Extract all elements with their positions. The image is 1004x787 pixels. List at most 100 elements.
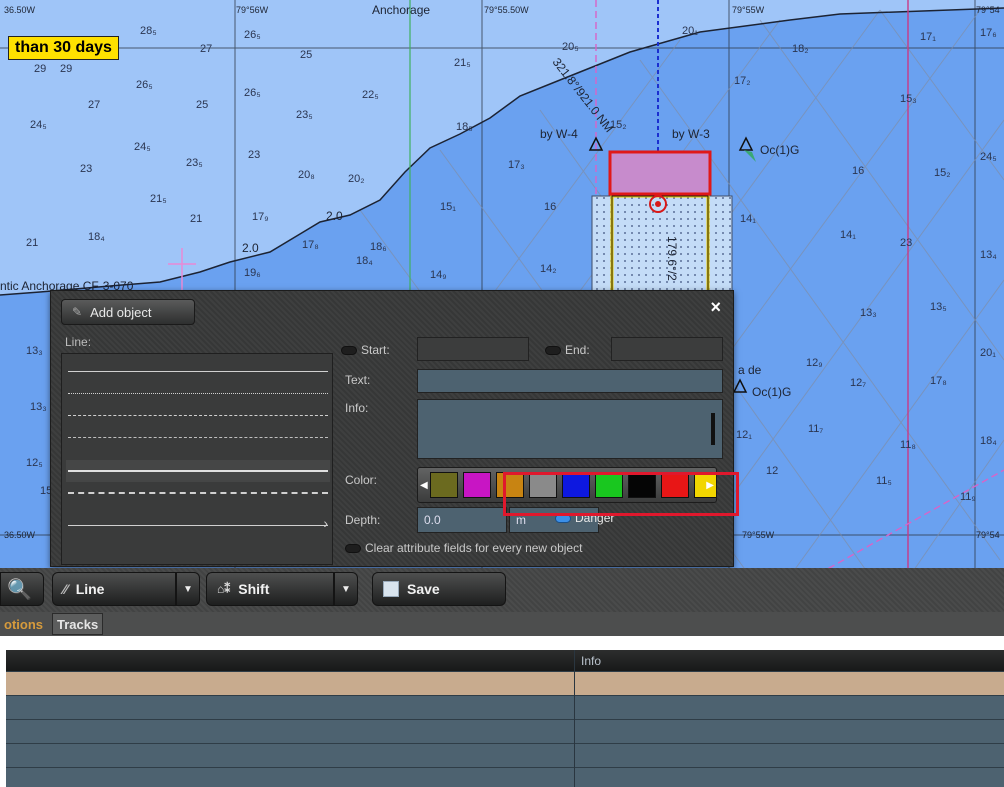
clear-fields-toggle[interactable]: Clear attribute fields for every new obj…	[345, 541, 582, 555]
shift-button[interactable]: ⌂⁑ Shift	[206, 572, 334, 606]
color-swatch[interactable]	[661, 472, 689, 498]
depth-sounding: 23₅	[186, 157, 203, 169]
end-toggle[interactable]: End:	[545, 343, 590, 357]
start-label: Start:	[361, 343, 390, 357]
table-row[interactable]	[6, 767, 1004, 787]
depth-sounding: 17₁	[920, 31, 936, 43]
depth-sounding: 11₅	[876, 475, 892, 487]
color-swatches[interactable]	[430, 472, 716, 498]
color-swatch[interactable]	[628, 472, 656, 498]
zoom-button[interactable]: 🔍	[0, 572, 44, 606]
depth-sounding: 11₇	[808, 423, 823, 435]
color-swatch[interactable]	[562, 472, 590, 498]
longitude-label: 36.50W	[4, 530, 36, 540]
table-row[interactable]	[6, 743, 1004, 767]
tab-options[interactable]: otions	[0, 613, 47, 635]
line-style-list[interactable]: ›	[61, 353, 333, 565]
depth-sounding: 14₉	[430, 269, 447, 281]
depth-sounding: 17₆	[980, 27, 997, 39]
color-swatch[interactable]	[529, 472, 557, 498]
depth-sounding: 24₅	[30, 119, 47, 131]
danger-toggle-switch[interactable]	[555, 513, 571, 523]
buoy-label: a de	[738, 363, 762, 377]
depth-sounding: 23	[900, 237, 912, 249]
depth-sounding: 23	[248, 149, 260, 161]
save-icon	[383, 581, 399, 597]
info-textarea[interactable]	[417, 399, 723, 459]
longitude-label: 79°54	[976, 530, 1000, 540]
depth-sounding: 26₅	[136, 79, 153, 91]
line-style-solid-thin[interactable]	[66, 360, 330, 382]
palette-left-icon[interactable]: ◀	[420, 480, 428, 491]
add-object-dialog[interactable]: ✎ Add object × Line: › Start: End: Text:…	[50, 290, 734, 567]
shift-dropdown[interactable]: ▼	[334, 572, 358, 606]
line-style-dashed-fine[interactable]	[66, 426, 330, 448]
color-swatch[interactable]	[463, 472, 491, 498]
start-toggle[interactable]: Start:	[341, 343, 390, 357]
line-style-dash-dot[interactable]	[66, 404, 330, 426]
info-scrollbar[interactable]	[711, 413, 715, 445]
end-field[interactable]	[611, 337, 723, 361]
palette-right-icon[interactable]: ▶	[706, 480, 714, 491]
color-palette[interactable]: ◀ ▶	[417, 467, 717, 503]
line-style-label: Line:	[65, 335, 92, 349]
tab-tracks[interactable]: Tracks	[52, 613, 104, 635]
color-swatch[interactable]	[430, 472, 458, 498]
depth-sounding: 25	[196, 99, 208, 111]
table-row[interactable]	[6, 671, 1004, 695]
danger-area[interactable]	[608, 150, 712, 196]
bottom-toolbar: 🔍 ⁄⁄ Line ▼ ⌂⁑ Shift ▼ Save	[0, 568, 1004, 612]
save-button[interactable]: Save	[372, 572, 506, 606]
depth-sounding: 15₂	[934, 167, 951, 179]
depth-sounding: 18₂	[792, 43, 809, 55]
depth-sounding: 25	[300, 49, 312, 61]
end-label: End:	[565, 343, 590, 357]
color-swatch[interactable]	[595, 472, 623, 498]
depth-sounding: 14₁	[740, 213, 756, 225]
text-input[interactable]	[417, 369, 723, 393]
buoy-label: Oc(1)G	[760, 143, 799, 157]
depth-input[interactable]: 0.0	[417, 507, 507, 533]
depth-sounding: 20₁	[980, 347, 996, 359]
depth-sounding: 13₃	[26, 345, 43, 357]
table-row[interactable]	[6, 695, 1004, 719]
dialog-title-bar[interactable]: ✎ Add object	[61, 299, 195, 325]
depth-sounding: 12₁	[736, 429, 752, 441]
color-swatch[interactable]	[496, 472, 524, 498]
arrow-right-icon: ›	[323, 515, 328, 531]
longitude-label: 79°56W	[236, 5, 269, 15]
start-field[interactable]	[417, 337, 529, 361]
close-icon[interactable]: ×	[710, 297, 721, 318]
depth-sounding: 24₅	[980, 151, 997, 163]
depth-sounding: 12₇	[850, 377, 866, 389]
table-header-info[interactable]: Info	[575, 650, 1004, 671]
depth-sounding: 18₅	[456, 121, 473, 133]
save-label: Save	[407, 581, 440, 597]
line-style-arrow[interactable]: ›	[66, 514, 330, 536]
depth-sounding: 20₈	[298, 169, 315, 181]
line-style-solid-thick[interactable]	[66, 460, 330, 482]
clear-fields-label: Clear attribute fields for every new obj…	[365, 541, 583, 555]
danger-toggle[interactable]: Danger	[555, 511, 614, 525]
start-toggle-switch[interactable]	[341, 345, 357, 355]
table-row[interactable]	[6, 719, 1004, 743]
end-toggle-switch[interactable]	[545, 345, 561, 355]
line-style-dashed-long[interactable]	[66, 482, 330, 504]
depth-sounding: 15₁	[440, 201, 456, 213]
line-tool-label: Line	[75, 581, 105, 597]
depth-sounding: 17₈	[930, 375, 947, 387]
buoy-label: Oc(1)G	[752, 385, 791, 399]
line-style-dotted[interactable]	[66, 382, 330, 404]
info-label: Info:	[345, 401, 369, 415]
depth-sounding: 29	[34, 63, 46, 75]
depth-sounding: 11₈	[900, 439, 916, 451]
pen-icon: ✎	[72, 305, 83, 319]
line-tool-button[interactable]: ⁄⁄ Line	[52, 572, 176, 606]
clear-fields-switch[interactable]	[345, 543, 361, 553]
line-tool-dropdown[interactable]: ▼	[176, 572, 200, 606]
column-separator	[574, 650, 575, 787]
table-header-name[interactable]	[6, 650, 574, 671]
depth-contour-label: 2.0	[242, 241, 259, 255]
depth-contour-label: 2.0	[326, 209, 343, 223]
depth-sounding: 18₄	[88, 231, 105, 243]
